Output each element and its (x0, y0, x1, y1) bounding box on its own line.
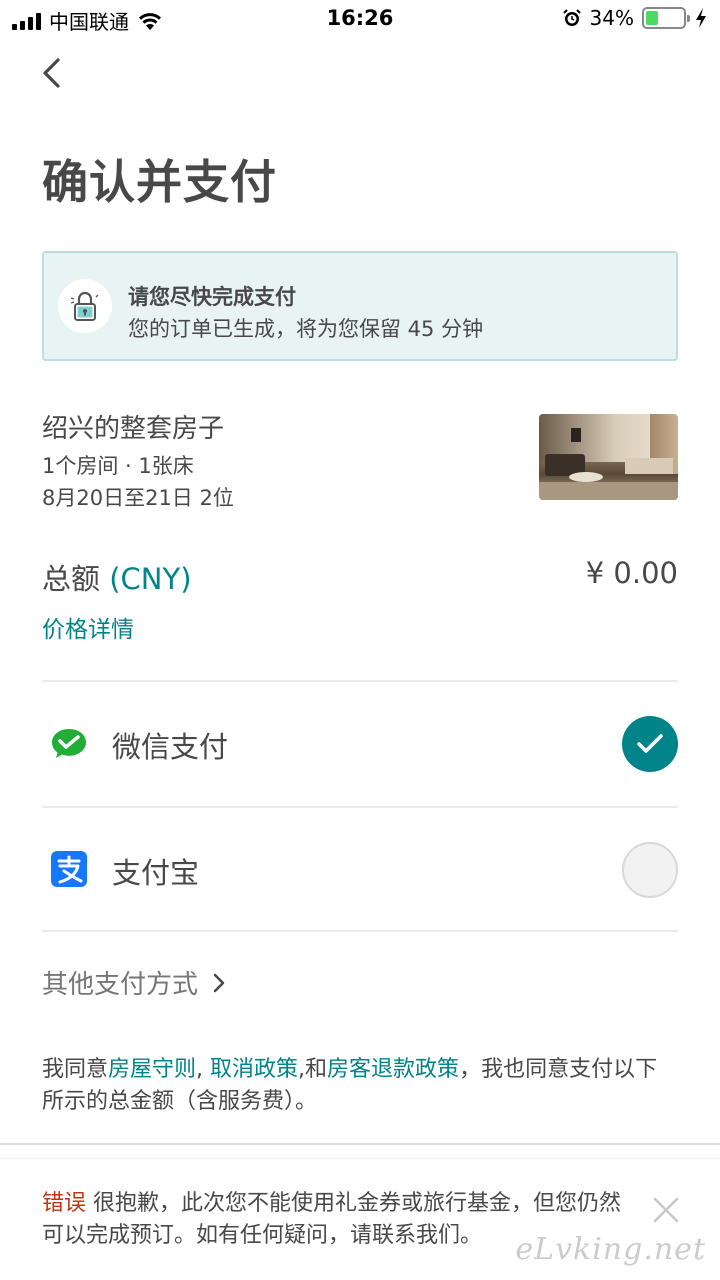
agreement-sep1: , (196, 1057, 211, 1082)
listing-name: 绍兴的整套房子 (42, 414, 225, 444)
error-label: 错误 (42, 1191, 87, 1216)
back-chevron-icon[interactable] (38, 56, 66, 90)
total-currency: (CNY) (109, 562, 192, 596)
cancellation-policy-link[interactable]: 取消政策 (210, 1057, 298, 1082)
payment-label-alipay: 支付宝 (112, 856, 200, 890)
total-label: 总额 (CNY) (42, 556, 192, 598)
battery-percent: 34% (589, 6, 634, 30)
charging-bolt-icon (696, 8, 706, 28)
payment-option-alipay[interactable]: 支付宝 (42, 808, 678, 932)
other-payment-methods-link[interactable]: 其他支付方式 (42, 964, 226, 1001)
payment-timer-notice: 请您尽快完成支付 您的订单已生成，将为您保留 45 分钟 (42, 251, 678, 361)
close-icon[interactable] (650, 1194, 682, 1226)
status-bar-right: 34% (562, 6, 708, 30)
alipay-icon (51, 851, 87, 887)
section-separator (0, 1143, 720, 1145)
price-details-link[interactable]: 价格详情 (42, 610, 134, 644)
section-separator (0, 1158, 720, 1159)
house-rules-link[interactable]: 房屋守则 (108, 1057, 196, 1082)
lock-icon-container (58, 279, 112, 333)
checkmark-icon (637, 734, 663, 753)
page-title: 确认并支付 (42, 155, 277, 209)
battery-fill (646, 11, 659, 25)
payment-label-wechat: 微信支付 (112, 730, 229, 764)
total-amount: ¥ 0.00 (585, 556, 678, 590)
listing-dates: 8月20日至21日 2位 (42, 486, 234, 510)
listing-rooms: 1个房间 · 1张床 (42, 454, 194, 478)
status-bar: 中国联通 16:26 34% (0, 0, 720, 38)
divider (42, 930, 678, 932)
listing-photo (539, 414, 678, 500)
refund-policy-link[interactable]: 房客退款政策 (327, 1057, 459, 1082)
alarm-icon (562, 9, 581, 26)
watermark-text: eLvking.net (515, 1232, 706, 1267)
notice-title: 请您尽快完成支付 (128, 285, 296, 309)
agreement-prefix: 我同意 (42, 1057, 109, 1082)
wechat-pay-icon (52, 729, 86, 758)
lock-icon (71, 291, 99, 321)
radio-selected-wechat[interactable] (622, 716, 678, 772)
notice-subtitle: 您的订单已生成，将为您保留 45 分钟 (128, 317, 484, 341)
radio-unselected-alipay[interactable] (622, 842, 678, 898)
battery-icon (642, 7, 690, 29)
payment-option-wechat[interactable]: 微信支付 (42, 682, 678, 806)
chevron-right-icon (213, 973, 225, 992)
other-payment-label: 其他支付方式 (42, 970, 199, 1000)
agreement-text: 我同意房屋守则, 取消政策,和房客退款政策，我也同意支付以下所示的总金额（含服务… (42, 1054, 678, 1118)
agreement-sep2: ,和 (298, 1057, 328, 1082)
total-label-text: 总额 (42, 562, 110, 596)
